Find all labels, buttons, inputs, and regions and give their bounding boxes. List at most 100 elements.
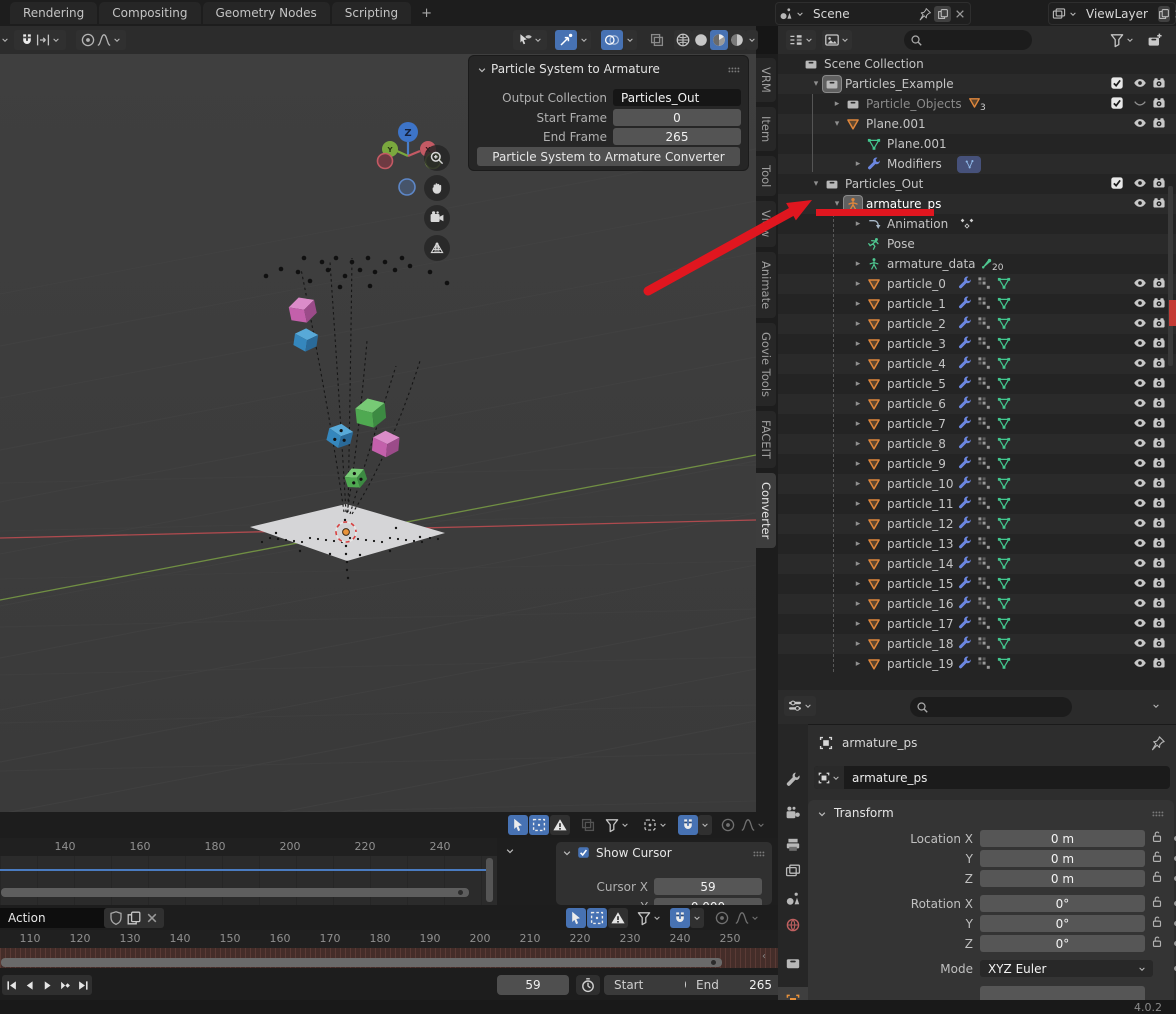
mesh-data-icon[interactable] (997, 276, 1013, 292)
eye-closed-toggle[interactable] (1133, 96, 1149, 112)
tl-box-select-button[interactable] (587, 908, 607, 928)
checkbox-toggle[interactable] (1110, 76, 1126, 92)
expand-arrow[interactable]: ▸ (851, 459, 865, 469)
end-frame-field[interactable]: 265 (613, 128, 741, 145)
outliner-row-particle-5[interactable]: ▸particle_5 (778, 374, 1176, 394)
xray-toggle[interactable] (647, 30, 667, 50)
camera-toggle[interactable] (1152, 356, 1168, 372)
falloff-curve-icon[interactable] (96, 32, 112, 48)
collapse-arrow[interactable]: ▾ (809, 179, 823, 189)
vertex-groups-icon[interactable] (977, 416, 993, 432)
gizmo-dropdown[interactable] (577, 30, 591, 50)
mesh-data-icon[interactable] (997, 596, 1013, 612)
cursor-y-field[interactable]: 0.000 (654, 898, 762, 905)
outliner-row-particle-3[interactable]: ▸particle_3 (778, 334, 1176, 354)
camera-toggle[interactable] (1152, 376, 1168, 392)
shading-rendered-button[interactable] (728, 30, 746, 50)
camera-toggle[interactable] (1152, 396, 1168, 412)
expand-arrow[interactable]: ▸ (851, 159, 865, 169)
outliner-row-armature-ps[interactable]: ▾armature_ps (778, 194, 1176, 214)
tl-snap-toggle[interactable] (670, 908, 690, 928)
eye-toggle[interactable] (1133, 416, 1149, 432)
eye-toggle[interactable] (1133, 296, 1149, 312)
mesh-data-icon[interactable] (997, 436, 1013, 452)
camera-toggle[interactable] (1152, 656, 1168, 672)
vertex-groups-icon[interactable] (977, 476, 993, 492)
camera-toggle[interactable] (1152, 556, 1168, 572)
mesh-data-icon[interactable] (997, 636, 1013, 652)
properties-tab-output[interactable] (778, 831, 808, 859)
modifier-wrench-icon[interactable] (958, 516, 974, 532)
modifier-wrench-icon[interactable] (958, 316, 974, 332)
snap-target-icon[interactable] (35, 32, 51, 48)
ds-box-select-button[interactable] (529, 815, 549, 835)
outliner-row-particle-0[interactable]: ▸particle_0 (778, 274, 1176, 294)
modifier-wrench-icon[interactable] (958, 276, 974, 292)
modifier-wrench-icon[interactable] (958, 556, 974, 572)
shading-material-button[interactable] (710, 30, 728, 50)
expand-arrow[interactable]: ▸ (851, 219, 865, 229)
snap-magnet-icon[interactable] (19, 32, 35, 48)
vertex-groups-icon[interactable] (977, 576, 993, 592)
sidebar-collapse-chevron[interactable] (504, 845, 516, 857)
sidebar-tab-item[interactable]: Item (756, 107, 776, 151)
camera-toggle[interactable] (1152, 316, 1168, 332)
lock-icon[interactable] (1150, 915, 1166, 931)
mesh-data-icon[interactable] (997, 396, 1013, 412)
vertex-groups-icon[interactable] (977, 436, 993, 452)
mesh-data-icon[interactable] (997, 416, 1013, 432)
tl-proportional-toggle[interactable] (712, 908, 732, 928)
outliner-row-particle-2[interactable]: ▸particle_2 (778, 314, 1176, 334)
expand-arrow[interactable]: ▸ (851, 259, 865, 269)
panel-grip-icon[interactable] (726, 62, 742, 78)
tl-filter-dropdown[interactable] (634, 908, 664, 928)
vertex-groups-icon[interactable] (977, 456, 993, 472)
expand-arrow[interactable]: ▸ (851, 659, 865, 669)
properties-tab-tool[interactable] (778, 765, 808, 793)
modifier-wrench-icon[interactable] (958, 296, 974, 312)
outliner-row-scene-collection[interactable]: Scene Collection (778, 54, 1176, 74)
eye-toggle[interactable] (1133, 336, 1149, 352)
sidebar-tab-converter[interactable]: Converter (756, 473, 776, 548)
outliner-row-particles-example[interactable]: ▾Particles_Example (778, 74, 1176, 94)
scene-selector[interactable]: Scene (775, 2, 971, 25)
sidebar-tab-govie-tools[interactable]: Govie Tools (756, 323, 776, 406)
zoom-button[interactable] (424, 145, 450, 171)
camera-toggle[interactable] (1152, 476, 1168, 492)
outliner-row-armature-data[interactable]: ▸armature_data20 (778, 254, 1176, 274)
dopesheet-hscrollbar[interactable] (1, 888, 469, 897)
outliner-row-particle-19[interactable]: ▸particle_19 (778, 654, 1176, 674)
camera-toggle[interactable] (1152, 196, 1168, 212)
new-viewlayer-button[interactable] (1158, 6, 1170, 22)
expand-arrow[interactable]: ▸ (851, 339, 865, 349)
modifier-wrench-icon[interactable] (958, 456, 974, 472)
camera-toggle[interactable] (1152, 116, 1168, 132)
sidebar-tab-faceit[interactable]: FACEIT (756, 411, 776, 468)
eye-toggle[interactable] (1133, 196, 1149, 212)
play-button[interactable] (38, 975, 56, 995)
vertex-groups-icon[interactable] (977, 616, 993, 632)
modifier-wrench-icon[interactable] (958, 616, 974, 632)
timeline-hscrollbar[interactable] (1, 958, 722, 967)
camera-toggle[interactable] (1152, 296, 1168, 312)
transform-value-field[interactable]: 0 m (980, 830, 1145, 847)
modifier-wrench-icon[interactable] (958, 576, 974, 592)
new-scene-button[interactable] (934, 6, 951, 22)
outliner-row-modifiers[interactable]: ▸Modifiers (778, 154, 1176, 174)
vertex-groups-icon[interactable] (977, 336, 993, 352)
vertex-groups-icon[interactable] (977, 496, 993, 512)
expand-arrow[interactable]: ▸ (851, 539, 865, 549)
vertex-groups-icon[interactable] (977, 536, 993, 552)
shading-wireframe-button[interactable] (674, 30, 692, 50)
mesh-data-icon[interactable] (997, 456, 1013, 472)
vertex-groups-icon[interactable] (977, 396, 993, 412)
jump-to-end-button[interactable] (74, 975, 92, 995)
modifier-wrench-icon[interactable] (958, 436, 974, 452)
outliner-row-particle-16[interactable]: ▸particle_16 (778, 594, 1176, 614)
chevron-down-icon[interactable] (112, 35, 122, 45)
expand-arrow[interactable]: ▸ (851, 299, 865, 309)
viewlayer-selector[interactable]: ViewLayer (1048, 2, 1176, 25)
camera-toggle[interactable] (1152, 436, 1168, 452)
properties-tab-scene[interactable] (778, 885, 808, 913)
eye-toggle[interactable] (1133, 76, 1149, 92)
